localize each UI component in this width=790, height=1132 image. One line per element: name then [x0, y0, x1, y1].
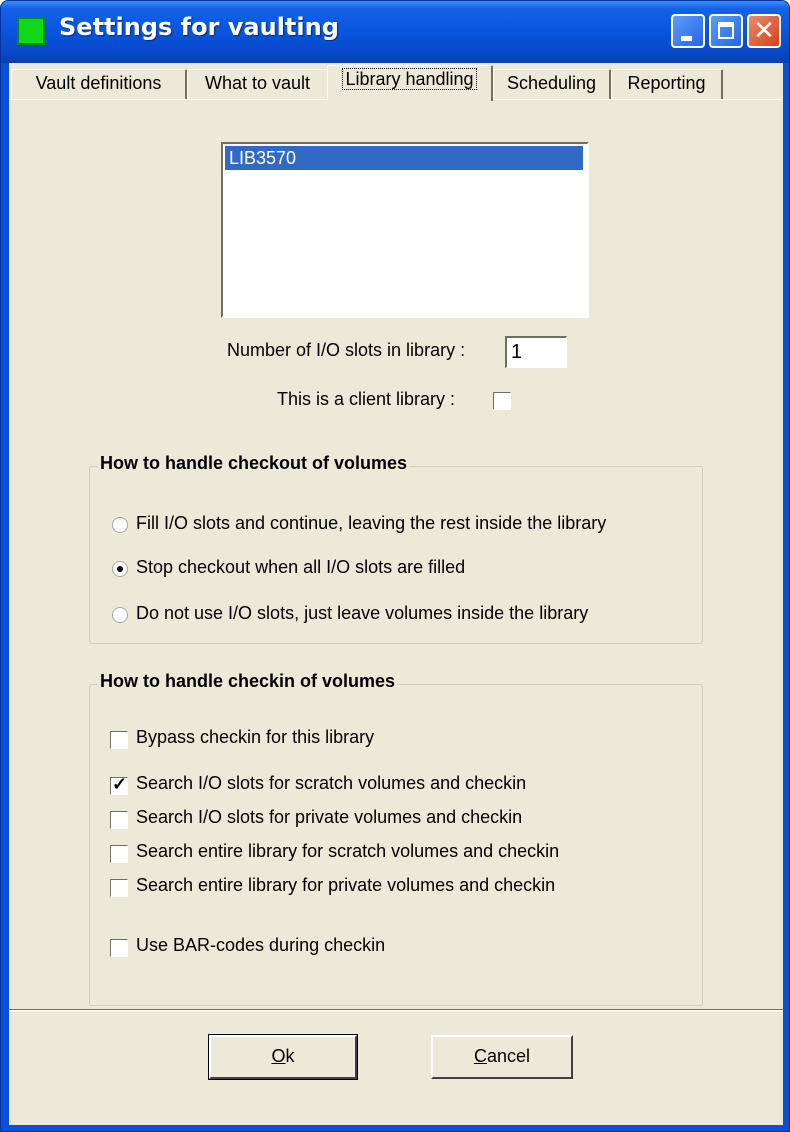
tab-reporting[interactable]: Reporting: [611, 69, 723, 99]
footer-divider: [9, 1009, 783, 1011]
checkin-group: How to handle checkin of volumes Bypass …: [89, 671, 703, 1006]
checkin-group-title: How to handle checkin of volumes: [98, 671, 398, 692]
radio-dot-icon: [117, 566, 123, 572]
checkout-option-stop-radio[interactable]: [112, 561, 128, 577]
window-title: Settings for vaulting: [59, 13, 339, 41]
checkmark-icon: ✓: [112, 774, 128, 794]
checkin-private-library-label[interactable]: Search entire library for private volume…: [136, 875, 555, 896]
app-icon: [17, 17, 45, 45]
cancel-button[interactable]: Cancel: [431, 1035, 573, 1079]
client-library-checkbox[interactable]: [493, 392, 511, 410]
checkin-scratch-library-checkbox[interactable]: [110, 845, 128, 863]
checkin-barcodes-checkbox[interactable]: [110, 939, 128, 957]
checkin-scratch-io-label[interactable]: Search I/O slots for scratch volumes and…: [136, 773, 526, 794]
minimize-icon: [681, 36, 692, 41]
tab-strip: Vault definitions What to vault Library …: [9, 63, 783, 103]
checkout-group: How to handle checkout of volumes Fill I…: [89, 453, 703, 644]
checkout-group-title: How to handle checkout of volumes: [98, 453, 410, 474]
close-button[interactable]: ✕: [747, 14, 781, 48]
checkout-option-stop-label[interactable]: Stop checkout when all I/O slots are fil…: [136, 557, 465, 578]
maximize-button[interactable]: [709, 14, 743, 48]
ok-mnemonic: O: [271, 1046, 286, 1066]
checkin-bypass-label[interactable]: Bypass checkin for this library: [136, 727, 374, 748]
maximize-icon: [718, 22, 734, 39]
title-bar[interactable]: Settings for vaulting ✕: [1, 1, 789, 63]
checkin-barcodes-label[interactable]: Use BAR-codes during checkin: [136, 935, 385, 956]
tab-scheduling[interactable]: Scheduling: [493, 69, 611, 99]
checkin-private-library-checkbox[interactable]: [110, 879, 128, 897]
library-handling-panel: LIB3570 Number of I/O slots in library :…: [9, 99, 781, 1039]
checkin-private-io-checkbox[interactable]: [110, 811, 128, 829]
checkout-option-fill-radio[interactable]: [112, 517, 128, 533]
tab-what-to-vault[interactable]: What to vault: [187, 69, 329, 99]
tab-vault-definitions[interactable]: Vault definitions: [11, 69, 187, 99]
cancel-label-rest: ancel: [486, 1046, 531, 1066]
client-library-label: This is a client library :: [277, 389, 456, 409]
dialog-window: Settings for vaulting ✕ Vault definition…: [0, 0, 790, 1132]
checkin-scratch-io-checkbox[interactable]: ✓: [110, 774, 128, 795]
checkin-scratch-library-label[interactable]: Search entire library for scratch volume…: [136, 841, 559, 862]
checkout-option-no-io-label[interactable]: Do not use I/O slots, just leave volumes…: [136, 603, 588, 624]
cancel-mnemonic: C: [473, 1046, 487, 1066]
dialog-body: Vault definitions What to vault Library …: [9, 63, 783, 1125]
library-list-item[interactable]: LIB3570: [225, 146, 583, 170]
tab-library-handling[interactable]: Library handling: [327, 65, 493, 101]
checkout-option-fill-label[interactable]: Fill I/O slots and continue, leaving the…: [136, 513, 606, 534]
ok-label-rest: k: [285, 1046, 295, 1066]
minimize-button[interactable]: [671, 14, 705, 48]
checkin-private-io-label[interactable]: Search I/O slots for private volumes and…: [136, 807, 522, 828]
io-slots-label: Number of I/O slots in library :: [227, 340, 466, 360]
io-slots-input[interactable]: 1: [505, 336, 567, 368]
checkout-option-no-io-radio[interactable]: [112, 607, 128, 623]
checkin-bypass-checkbox[interactable]: [110, 731, 128, 749]
tab-library-handling-label: Library handling: [342, 68, 477, 90]
ok-button[interactable]: Ok: [208, 1034, 358, 1080]
library-listbox[interactable]: LIB3570: [221, 142, 589, 318]
close-icon: ✕: [753, 16, 775, 46]
